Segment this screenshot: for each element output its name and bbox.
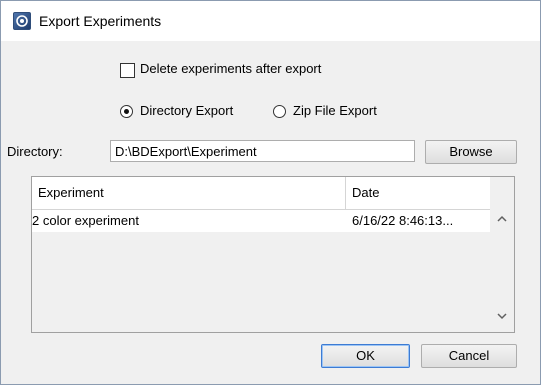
browse-button[interactable]: Browse [425, 140, 517, 164]
delete-after-export-checkbox[interactable] [120, 63, 135, 78]
delete-after-export-label: Delete experiments after export [140, 61, 322, 76]
column-header-date[interactable]: Date [352, 177, 379, 209]
experiments-table: Experiment Date 2 color experiment 6/16/… [31, 176, 515, 333]
scroll-down-arrow-icon[interactable] [497, 312, 507, 320]
directory-export-label[interactable]: Directory Export [140, 103, 233, 118]
app-window-icon [13, 12, 31, 30]
ok-button[interactable]: OK [321, 344, 410, 368]
zip-file-export-radio[interactable] [273, 105, 286, 118]
cancel-button[interactable]: Cancel [421, 344, 517, 368]
window-title: Export Experiments [39, 13, 162, 29]
zip-file-export-label[interactable]: Zip File Export [293, 103, 377, 118]
experiment-cell: 2 color experiment [32, 213, 139, 228]
export-experiments-dialog: Export Experiments Delete experiments af… [0, 0, 541, 385]
table-row[interactable]: 2 color experiment 6/16/22 8:46:13... [32, 210, 490, 232]
title-bar: Export Experiments [1, 1, 540, 41]
directory-label: Directory: [7, 144, 63, 159]
table-body: 2 color experiment 6/16/22 8:46:13... [32, 210, 490, 332]
date-cell: 6/16/22 8:46:13... [352, 213, 454, 228]
table-header: Experiment Date [32, 177, 490, 210]
vertical-scrollbar[interactable] [490, 177, 514, 332]
directory-export-radio[interactable] [120, 105, 133, 118]
scroll-up-arrow-icon[interactable] [497, 215, 507, 223]
directory-input[interactable] [110, 140, 415, 162]
column-separator[interactable] [345, 177, 346, 209]
column-header-experiment[interactable]: Experiment [38, 177, 104, 209]
radio-selected-dot [124, 109, 129, 114]
dialog-content: Delete experiments after export Director… [7, 41, 534, 380]
